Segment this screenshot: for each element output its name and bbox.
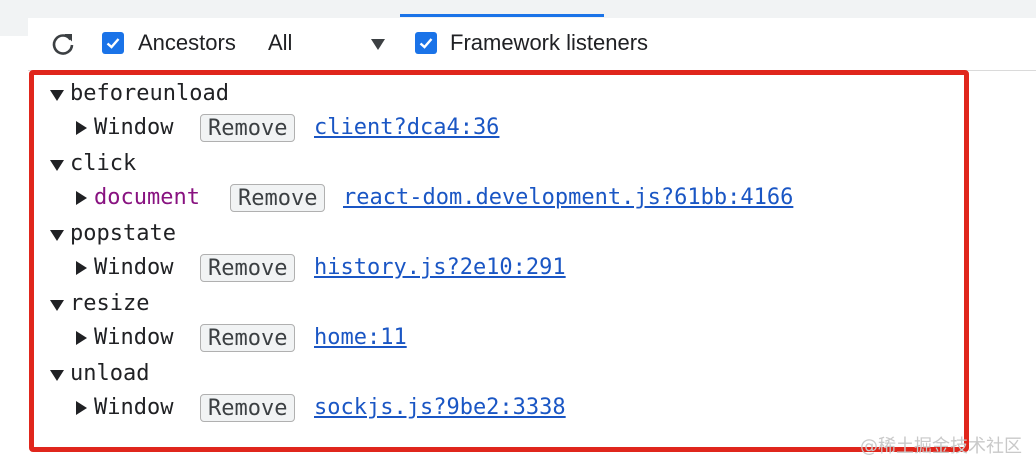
event-listeners-toolbar: Ancestors All Framework listeners (28, 18, 1036, 71)
event-group-unload[interactable]: unload (30, 358, 930, 390)
collapsed-triangle-icon[interactable] (76, 401, 87, 415)
checkmark-icon (419, 38, 433, 49)
collapsed-triangle-icon[interactable] (76, 121, 87, 135)
event-group-popstate[interactable]: popstate (30, 218, 930, 250)
left-gutter (0, 0, 28, 36)
remove-button[interactable]: Remove (200, 114, 296, 142)
ancestors-label: Ancestors (138, 30, 236, 55)
event-group-resize[interactable]: resize (30, 288, 930, 320)
listener-target: document (94, 185, 200, 210)
remove-button[interactable]: Remove (230, 184, 326, 212)
remove-button[interactable]: Remove (200, 394, 296, 422)
listener-target: Window (94, 395, 174, 420)
event-name: click (70, 151, 137, 176)
collapsed-triangle-icon[interactable] (76, 191, 87, 205)
listener-target: Window (94, 115, 174, 140)
event-name: resize (70, 291, 150, 316)
refresh-icon[interactable] (50, 31, 76, 57)
panel-tab-strip (0, 0, 1036, 19)
source-link[interactable]: react-dom.development.js?61bb:4166 (343, 182, 793, 214)
listener-row[interactable]: Window Remove sockjs.js?9be2:3338 (30, 392, 930, 424)
listener-row[interactable]: document Remove react-dom.development.js… (30, 182, 930, 214)
source-link[interactable]: home:11 (314, 322, 407, 354)
expand-triangle-icon[interactable] (50, 90, 64, 101)
ancestors-checkbox[interactable] (102, 32, 124, 54)
collapsed-triangle-icon[interactable] (76, 331, 87, 345)
expand-triangle-icon[interactable] (50, 300, 64, 311)
listener-row[interactable]: Window Remove home:11 (30, 322, 930, 354)
source-link[interactable]: history.js?2e10:291 (314, 252, 566, 284)
listener-filter-select[interactable]: All (268, 29, 292, 57)
event-group-beforeunload[interactable]: beforeunload (30, 78, 930, 110)
checkmark-icon (106, 38, 120, 49)
listener-row[interactable]: Window Remove client?dca4:36 (30, 112, 930, 144)
source-link[interactable]: client?dca4:36 (314, 112, 499, 144)
listener-target: Window (94, 255, 174, 280)
framework-listeners-checkbox[interactable] (415, 32, 437, 54)
source-link[interactable]: sockjs.js?9be2:3338 (314, 392, 566, 424)
active-tab-indicator (400, 14, 604, 17)
collapsed-triangle-icon[interactable] (76, 261, 87, 275)
remove-button[interactable]: Remove (200, 254, 296, 282)
framework-listeners-label: Framework listeners (450, 30, 649, 55)
listener-target: Window (94, 325, 174, 350)
event-name: unload (70, 361, 150, 386)
event-name: popstate (70, 221, 176, 246)
listener-row[interactable]: Window Remove history.js?2e10:291 (30, 252, 930, 284)
expand-triangle-icon[interactable] (50, 230, 64, 241)
chevron-down-icon[interactable] (371, 39, 385, 50)
watermark: @稀土掘金技术社区 (860, 436, 1022, 457)
event-name: beforeunload (70, 81, 229, 106)
expand-triangle-icon[interactable] (50, 370, 64, 381)
remove-button[interactable]: Remove (200, 324, 296, 352)
event-group-click[interactable]: click (30, 148, 930, 180)
expand-triangle-icon[interactable] (50, 160, 64, 171)
event-listener-tree: beforeunload Window Remove client?dca4:3… (30, 70, 960, 444)
